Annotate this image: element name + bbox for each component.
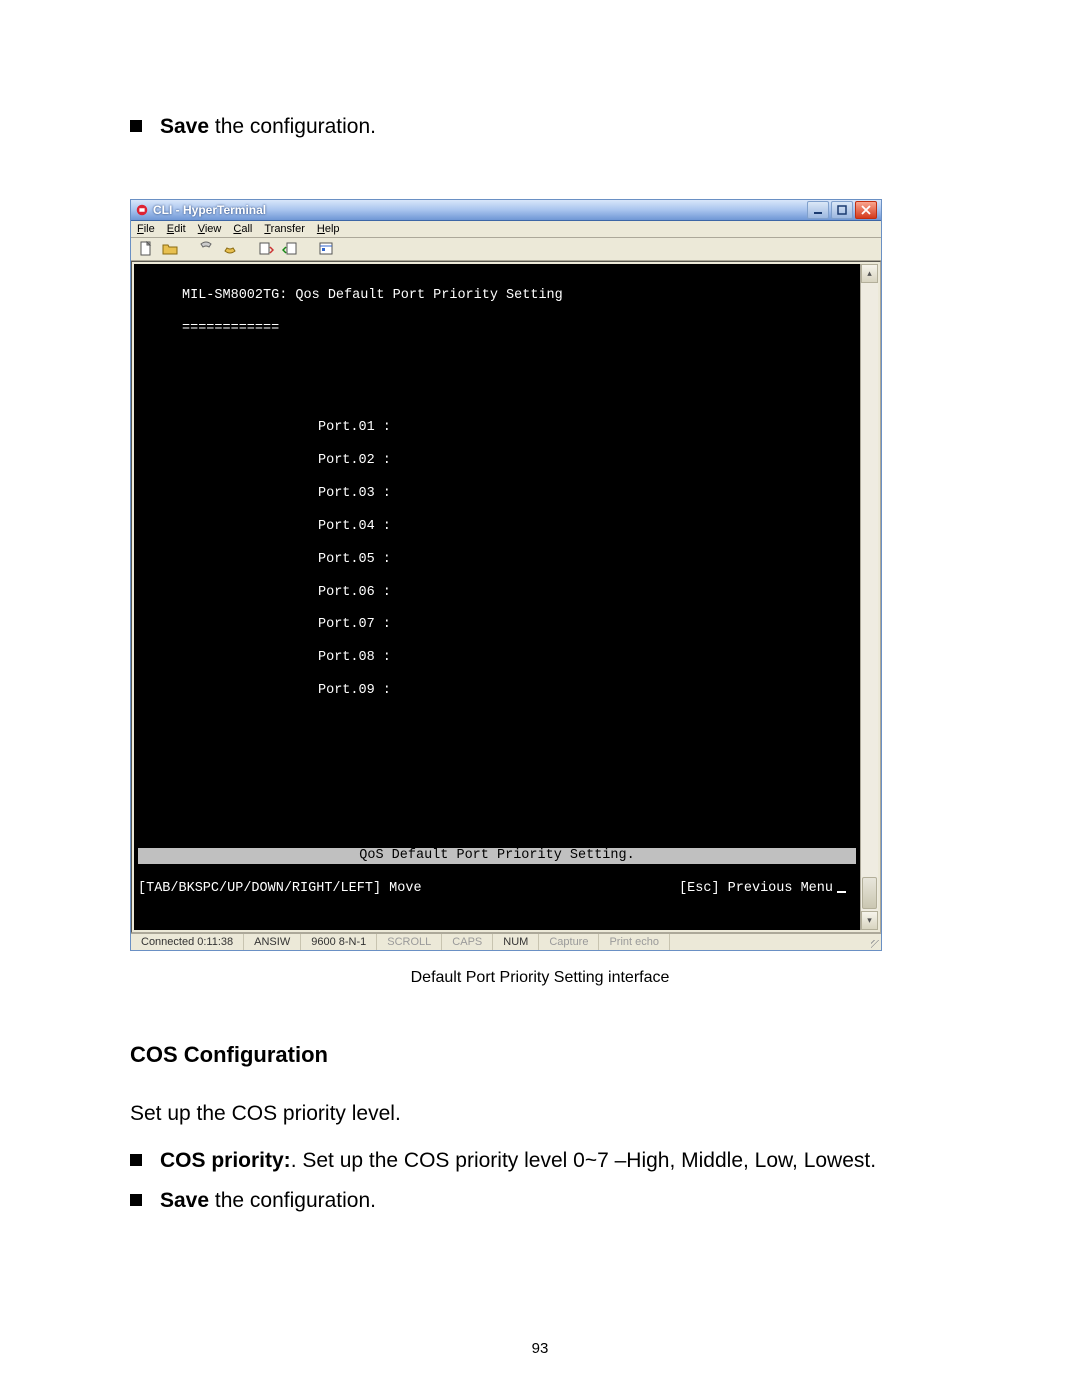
section-heading: COS Configuration xyxy=(130,1042,950,1068)
close-button[interactable] xyxy=(855,201,877,219)
terminal-rule: ============ xyxy=(138,321,856,337)
window-controls xyxy=(807,201,877,219)
menu-call[interactable]: Call xyxy=(233,223,252,235)
bullet-text: COS priority:. Set up the COS priority l… xyxy=(160,1144,876,1178)
bullet-text: Save the configuration. xyxy=(160,110,376,144)
scroll-track[interactable] xyxy=(861,283,878,912)
bullet-marker xyxy=(130,1194,142,1206)
vertical-scrollbar[interactable]: ▴ ▾ xyxy=(860,264,878,931)
receive-icon[interactable] xyxy=(281,240,299,258)
terminal-cursor xyxy=(837,891,846,893)
hangup-icon[interactable] xyxy=(221,240,239,258)
scroll-down-arrow[interactable]: ▾ xyxy=(861,911,878,930)
bullet-rest: . Set up the COS priority level 0~7 –Hig… xyxy=(291,1149,876,1172)
port-line: Port.06 : xyxy=(138,585,856,601)
bullet-save-bottom: Save the configuration. xyxy=(130,1184,950,1218)
bullet-rest: the configuration. xyxy=(209,1189,376,1212)
bullet-strong: Save xyxy=(160,1189,209,1212)
bullet-cos-priority: COS priority:. Set up the COS priority l… xyxy=(130,1144,950,1178)
menu-file[interactable]: File xyxy=(137,223,155,235)
status-connected: Connected 0:11:38 xyxy=(131,934,244,950)
port-line: Port.01 : xyxy=(138,420,856,436)
menu-transfer[interactable]: Transfer xyxy=(264,223,305,235)
menu-view[interactable]: View xyxy=(198,223,222,235)
menubar: File Edit View Call Transfer Help xyxy=(131,221,881,238)
port-line: Port.05 : xyxy=(138,552,856,568)
status-flag: Capture xyxy=(539,934,599,950)
page-number: 93 xyxy=(0,1340,1080,1357)
port-line: Port.04 : xyxy=(138,519,856,535)
minimize-button[interactable] xyxy=(807,201,829,219)
terminal-nav-left: [TAB/BKSPC/UP/DOWN/RIGHT/LEFT] Move xyxy=(138,881,422,897)
status-port: 9600 8-N-1 xyxy=(301,934,377,950)
document-page: Save the configuration. CLI - HyperTermi… xyxy=(0,0,1080,1397)
paragraph-intro: Set up the COS priority level. xyxy=(130,1096,950,1132)
terminal-footer-bar: QoS Default Port Priority Setting. xyxy=(138,848,856,864)
scroll-thumb[interactable] xyxy=(862,877,877,909)
port-line: Port.03 : xyxy=(138,486,856,502)
bullet-marker xyxy=(130,1154,142,1166)
new-doc-icon[interactable] xyxy=(137,240,155,258)
terminal-container: MIL-SM8002TG: Qos Default Port Priority … xyxy=(131,261,881,934)
bullet-strong: Save xyxy=(160,115,209,138)
terminal-nav-right: [Esc] Previous Menu xyxy=(679,881,846,897)
send-icon[interactable] xyxy=(257,240,275,258)
port-line: Port.07 : xyxy=(138,617,856,633)
terminal-nav-line: [TAB/BKSPC/UP/DOWN/RIGHT/LEFT] Move [Esc… xyxy=(138,881,856,897)
toolbar xyxy=(131,238,881,261)
terminal-heading: MIL-SM8002TG: Qos Default Port Priority … xyxy=(138,288,856,304)
window-titlebar: CLI - HyperTerminal xyxy=(131,200,881,221)
menu-edit[interactable]: Edit xyxy=(167,223,186,235)
open-folder-icon[interactable] xyxy=(161,240,179,258)
window-title: CLI - HyperTerminal xyxy=(153,203,807,217)
menu-help[interactable]: Help xyxy=(317,223,340,235)
statusbar: Connected 0:11:38 ANSIW 9600 8-N-1 SCROL… xyxy=(131,933,881,950)
bullet-text: Save the configuration. xyxy=(160,1184,376,1218)
status-flag: SCROLL xyxy=(377,934,442,950)
figure-caption: Default Port Priority Setting interface xyxy=(130,969,950,987)
port-line: Port.08 : xyxy=(138,650,856,666)
bullet-rest: the configuration. xyxy=(209,115,376,138)
resize-grip[interactable] xyxy=(867,934,881,950)
phone-icon[interactable] xyxy=(197,240,215,258)
bullet-marker xyxy=(130,120,142,132)
scroll-up-arrow[interactable]: ▴ xyxy=(861,264,878,283)
bullet-save-top: Save the configuration. xyxy=(130,110,950,144)
status-emulation: ANSIW xyxy=(244,934,301,950)
hyperterminal-window: CLI - HyperTerminal File Edit View Call … xyxy=(130,199,882,952)
terminal-screen[interactable]: MIL-SM8002TG: Qos Default Port Priority … xyxy=(134,264,860,931)
properties-icon[interactable] xyxy=(317,240,335,258)
bullet-strong: COS priority: xyxy=(160,1149,291,1172)
port-line: Port.09 : xyxy=(138,683,856,699)
maximize-button[interactable] xyxy=(831,201,853,219)
port-line: Port.02 : xyxy=(138,453,856,469)
app-icon xyxy=(135,203,149,217)
status-flag: CAPS xyxy=(442,934,493,950)
status-flag: NUM xyxy=(493,934,539,950)
status-flag: Print echo xyxy=(599,934,670,950)
